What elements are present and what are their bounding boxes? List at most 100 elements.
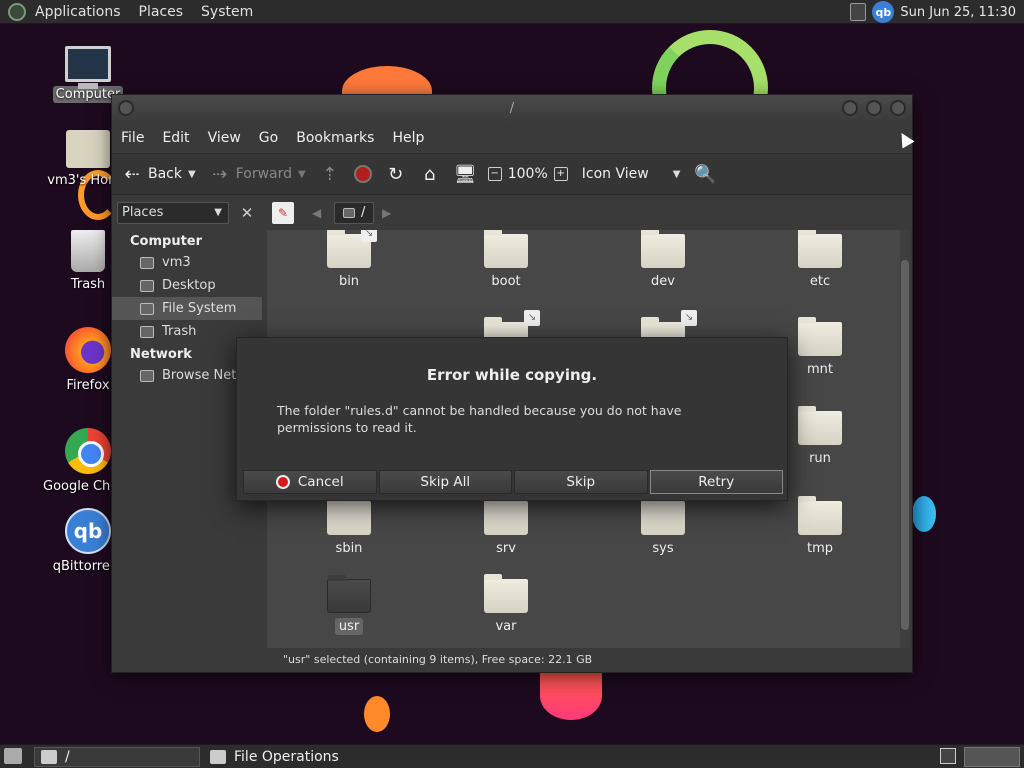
folder-icon	[798, 317, 842, 356]
forward-history-dropdown-icon[interactable]: ▼	[298, 169, 306, 180]
breadcrumb-left-arrow-icon[interactable]: ◀	[312, 202, 321, 224]
breadcrumb-right-arrow-icon[interactable]: ▶	[382, 202, 391, 224]
folder-icon	[798, 496, 842, 535]
folder-item[interactable]: etc	[765, 230, 875, 289]
home-button[interactable]: ⌂	[420, 164, 440, 185]
link-emblem-icon: ↘	[524, 310, 540, 326]
zoom-level: 100%	[507, 166, 548, 182]
menubar: File Edit View Go Bookmarks Help	[112, 123, 912, 153]
cancel-button[interactable]: Cancel	[243, 470, 377, 494]
sidebar-type-select[interactable]: Places ▼	[117, 202, 229, 224]
folder-name: srv	[496, 541, 516, 556]
zoom-out-icon[interactable]: −	[487, 167, 502, 181]
notification-area-icon[interactable]	[940, 748, 956, 764]
menu-go[interactable]: Go	[250, 130, 287, 146]
taskbar-item-file-operations[interactable]: File Operations	[204, 747, 404, 767]
sidebar-item-label: vm3	[162, 255, 191, 270]
scrollbar[interactable]	[900, 230, 910, 648]
system-menu[interactable]: System	[192, 0, 262, 24]
applications-menu[interactable]: Applications	[26, 0, 130, 24]
forward-arrow-icon: ⇢	[212, 163, 228, 185]
workspace-switcher[interactable]	[964, 747, 1020, 767]
sidebar-type-label: Places	[122, 205, 164, 220]
error-dialog: Error while copying. The folder "rules.d…	[236, 337, 788, 501]
view-mode-select[interactable]: Icon View ▼	[582, 166, 681, 182]
forward-button[interactable]: ⇢ Forward ▼	[210, 164, 306, 185]
menu-edit[interactable]: Edit	[153, 130, 198, 146]
folder-item[interactable]: tmp	[765, 496, 875, 556]
folder-item[interactable]: usr	[294, 575, 404, 635]
qbittorrent-tray-icon[interactable]: qb	[872, 1, 895, 23]
dialog-message: The folder "rules.d" cannot be handled b…	[277, 403, 682, 435]
show-desktop-icon[interactable]	[4, 748, 22, 764]
bottom-panel: / File Operations	[0, 744, 1024, 768]
desktop-icon	[140, 279, 154, 292]
retry-label: Retry	[698, 474, 735, 490]
sidebar-heading-computer: Computer	[130, 234, 203, 249]
scrollbar-thumb[interactable]	[901, 260, 909, 630]
window-titlebar[interactable]: /	[112, 95, 912, 123]
status-bar: "usr" selected (containing 9 items), Fre…	[267, 648, 912, 672]
skip-all-button[interactable]: Skip All	[378, 470, 512, 494]
taskbar-item-file-manager[interactable]: /	[34, 747, 200, 767]
folder-item[interactable]: ↘ bin	[294, 230, 404, 289]
sidebar-item-desktop[interactable]: Desktop	[112, 274, 262, 297]
forward-label: Forward	[235, 166, 293, 182]
search-icon: 🔍	[694, 163, 717, 185]
search-button[interactable]: 🔍	[694, 163, 717, 185]
network-icon	[140, 369, 154, 382]
home-icon	[140, 256, 154, 269]
skip-button[interactable]: Skip	[514, 470, 648, 494]
folder-name: bin	[338, 274, 360, 289]
folder-item[interactable]: var	[451, 574, 561, 634]
chrome-icon	[65, 428, 111, 474]
desktop-icon-label: Firefox	[66, 378, 110, 393]
minimize-button[interactable]	[842, 100, 858, 116]
firefox-icon	[65, 327, 111, 373]
applications-menu-icon[interactable]	[8, 2, 26, 21]
menu-view[interactable]: View	[199, 130, 250, 146]
edit-location-icon[interactable]: ✎	[272, 202, 294, 224]
skip-label: Skip	[566, 474, 596, 490]
back-button[interactable]: ⇠ Back ▼	[122, 164, 196, 185]
dialog-title: Error while copying.	[426, 366, 598, 384]
folder-icon	[641, 230, 685, 268]
zoom-in-icon[interactable]: +	[553, 167, 568, 181]
trash-icon	[140, 325, 154, 338]
menu-file[interactable]: File	[112, 130, 153, 146]
stop-button[interactable]	[353, 165, 372, 183]
up-button[interactable]: ⇡	[320, 164, 340, 185]
sidebar-item-file-system[interactable]: File System	[112, 297, 262, 320]
sidebar-item-vm3[interactable]: vm3	[112, 251, 262, 274]
folder-item[interactable]: sbin	[294, 496, 404, 556]
folder-icon: ↘	[327, 230, 377, 268]
clock[interactable]: Sun Jun 25, 11:30	[900, 5, 1016, 20]
folder-item[interactable]: sys	[608, 496, 718, 556]
folder-icon	[798, 406, 842, 445]
menu-bookmarks[interactable]: Bookmarks	[287, 130, 383, 146]
close-button[interactable]	[890, 100, 906, 116]
menu-help[interactable]: Help	[383, 130, 433, 146]
breadcrumb-root[interactable]: /	[334, 202, 375, 224]
back-history-dropdown-icon[interactable]: ▼	[188, 169, 196, 180]
folder-item[interactable]: boot	[451, 230, 561, 289]
folder-icon	[484, 496, 528, 535]
folder-name: sbin	[335, 541, 363, 556]
reload-button[interactable]: ↻	[386, 164, 406, 185]
view-mode-label: Icon View	[581, 166, 649, 182]
folder-name: usr	[334, 618, 364, 635]
folder-item[interactable]: srv	[451, 496, 561, 556]
folder-item[interactable]: dev	[608, 230, 718, 289]
retry-button[interactable]: Retry	[649, 470, 783, 494]
clipboard-tray-icon[interactable]	[850, 3, 867, 21]
close-sidebar-icon[interactable]: ✕	[236, 202, 258, 224]
file-operations-icon	[210, 750, 226, 764]
drive-icon	[343, 208, 355, 218]
places-menu[interactable]: Places	[130, 0, 193, 24]
sidebar-item-label: Trash	[162, 324, 197, 339]
maximize-button[interactable]	[866, 100, 882, 116]
folder-icon	[327, 496, 371, 535]
computer-button[interactable]: 🖥	[454, 164, 477, 185]
skip-all-label: Skip All	[420, 474, 471, 490]
folder-icon	[641, 496, 685, 535]
